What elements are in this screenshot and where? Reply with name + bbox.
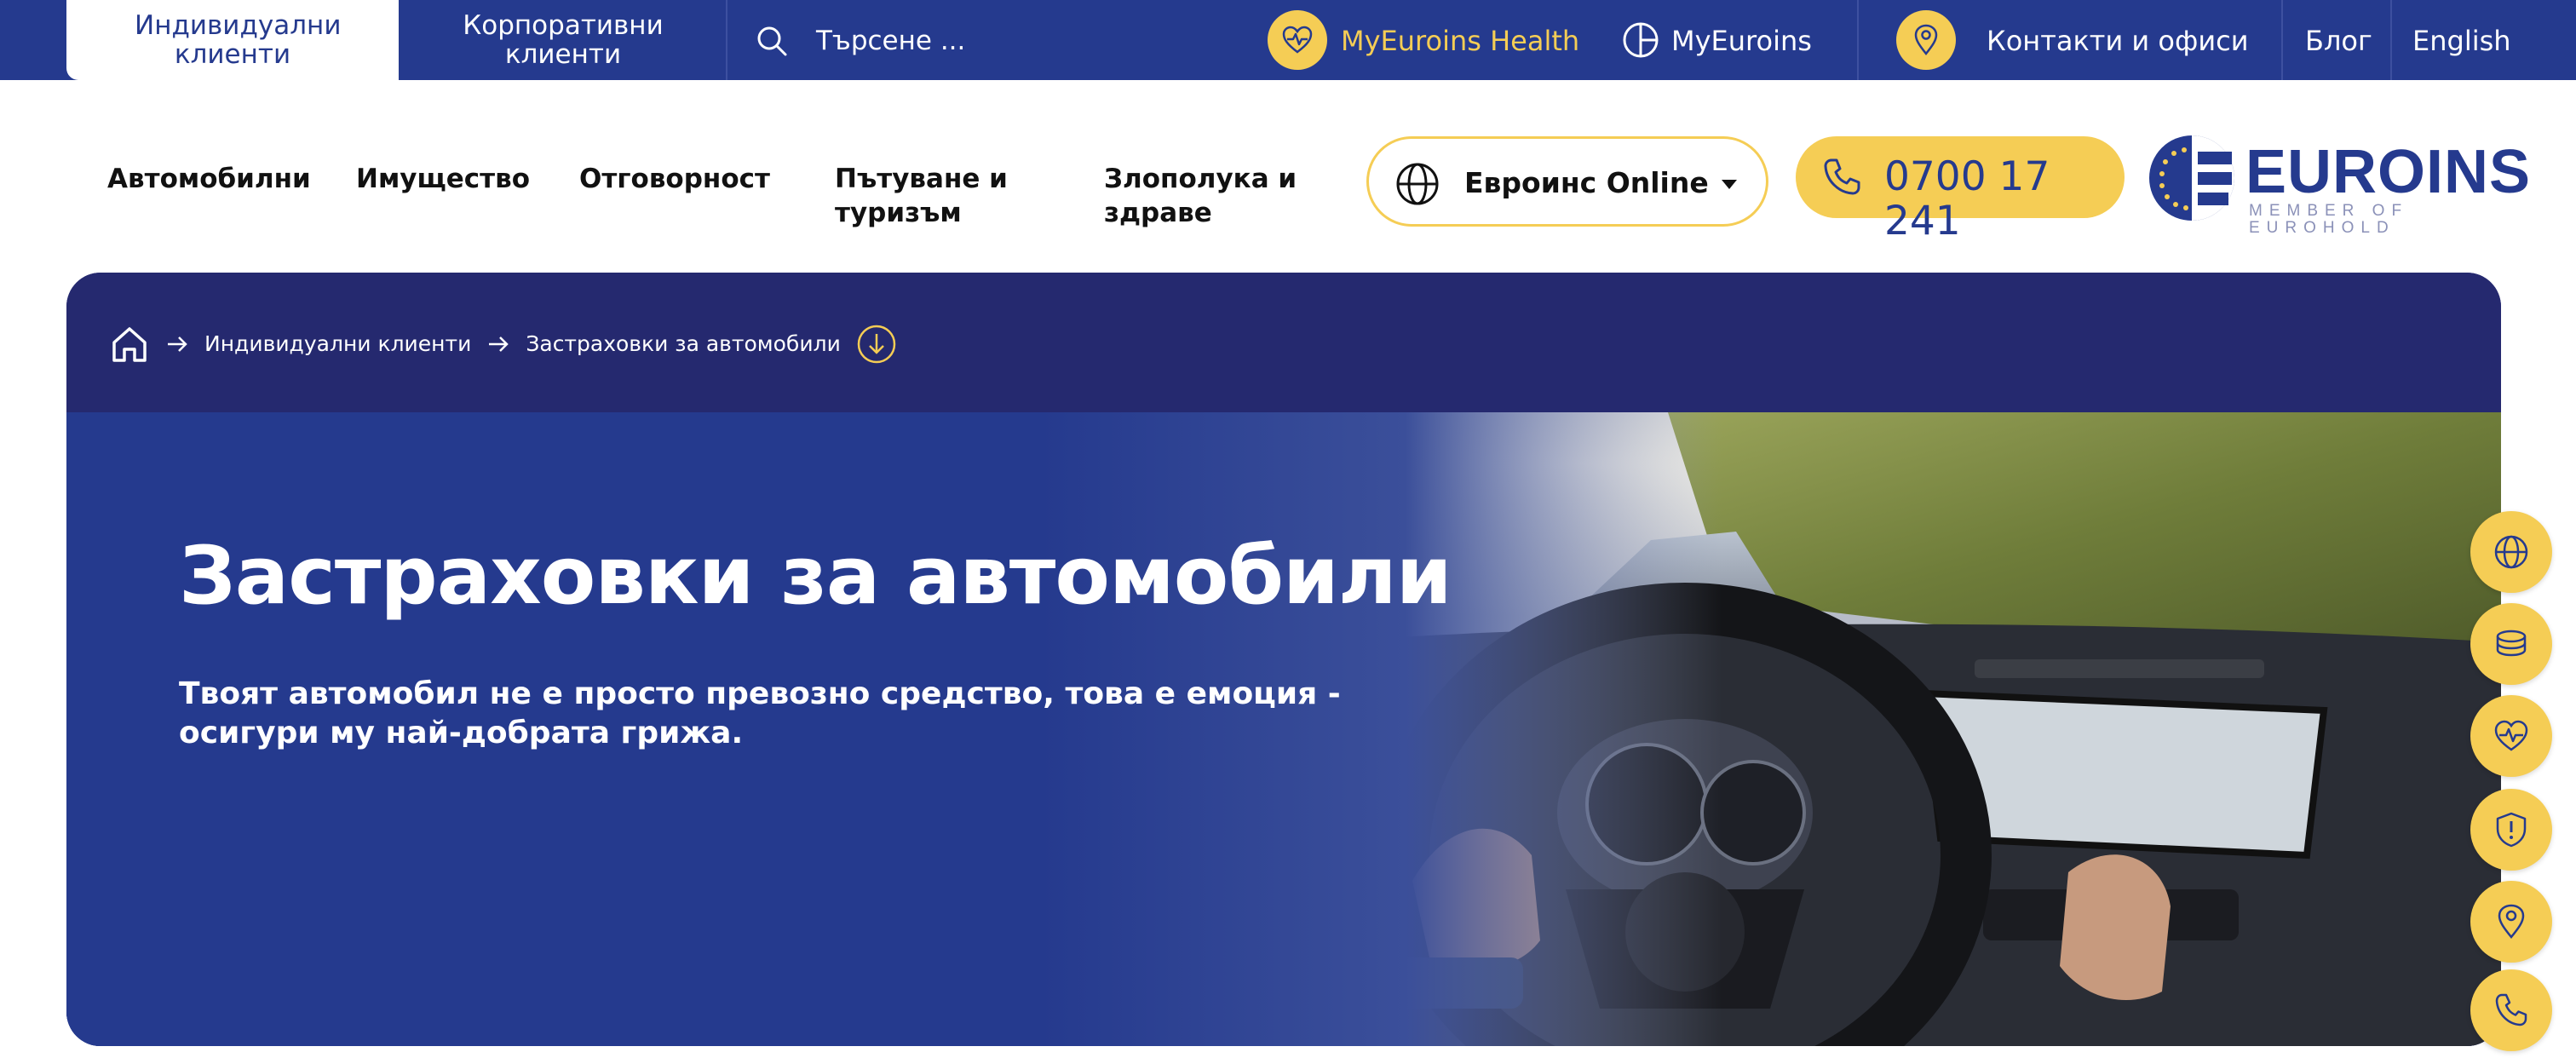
euroins-emblem-icon [2149,135,2234,221]
home-icon[interactable] [109,324,150,365]
shield-alert-icon [2496,812,2527,848]
page-title: Застраховки за автомобили [179,530,1452,623]
breadcrumb-bar: Индивидуални клиенти Застраховки за авто… [66,273,2501,412]
breadcrumb-item-individual[interactable]: Индивидуални клиенти [204,327,471,361]
divider [1857,0,1859,80]
health-heart-icon [1268,10,1327,70]
float-health-button[interactable] [2470,695,2552,777]
arrow-right-icon [489,336,509,352]
location-pin-icon [2498,904,2525,939]
nav-item-travel[interactable]: Пътуване и туризъм [835,162,1039,230]
chevron-down-icon [1722,180,1737,189]
myeuroins-link[interactable]: MyEuroins [1671,24,1812,58]
location-pin-icon [1896,10,1956,70]
tab-individual-clients-label: Индивидуални клиенти [135,10,342,70]
float-claims-button[interactable] [2470,789,2552,871]
myeuroins-health-link[interactable]: MyEuroins Health [1341,24,1579,58]
contacts-offices-link[interactable]: Контакти и офиси [1987,24,2249,58]
nav-item-auto[interactable]: Автомобилни [107,162,311,196]
arrow-right-icon [168,336,187,352]
heart-pulse-icon [2494,720,2528,751]
phone-icon [2495,993,2527,1026]
blog-link[interactable]: Блог [2305,24,2372,58]
hero-panel: Индивидуални клиенти Застраховки за авто… [66,273,2501,1046]
logo-wordmark: EUROINS [2245,138,2532,206]
search-input[interactable]: Търсене ... [816,24,965,58]
float-payments-button[interactable] [2470,603,2552,685]
tab-individual-clients[interactable]: Индивидуални клиенти [66,0,399,80]
euroins-online-dropdown[interactable]: Евроинс Online [1366,136,1768,227]
tab-corporate-clients[interactable]: Корпоративни клиенти [399,0,727,80]
divider [2281,0,2283,80]
euroins-online-label: Евроинс Online [1464,166,1709,199]
top-bar: Индивидуални клиенти Корпоративни клиент… [0,0,2576,80]
page-subtitle: Твоят автомобил не е просто превозно сре… [179,676,1341,750]
divider [726,0,727,80]
logo-tagline: MEMBER OF EUROHOLD [2249,202,2409,237]
tab-corporate-clients-label: Корпоративни клиенти [463,10,664,70]
globe-icon [1396,163,1439,205]
float-phone-button[interactable] [2470,969,2552,1051]
arrow-down-circle-icon[interactable] [856,324,897,365]
nav-item-property[interactable]: Имущество [356,162,530,196]
language-english-link[interactable]: English [2412,24,2511,58]
coins-icon [2496,630,2527,657]
globe-icon [2494,535,2528,569]
breadcrumb-item-current: Застраховки за автомобили [526,331,841,356]
search-icon[interactable] [755,24,789,58]
breadcrumb: Индивидуални клиенти Застраховки за авто… [109,324,897,365]
float-online-button[interactable] [2470,511,2552,593]
float-offices-button[interactable] [2470,881,2552,963]
nav-item-accident-health[interactable]: Злополука и здраве [1104,162,1300,230]
myeuroins-logo-icon [1623,22,1659,58]
euroins-logo[interactable]: EUROINS MEMBER OF EUROHOLD [2148,135,2530,237]
nav-item-liability[interactable]: Отговорност [579,162,770,196]
phone-icon [1824,158,1860,195]
phone-button[interactable]: 0700 17 241 [1796,136,2125,244]
phone-number: 0700 17 241 [1884,153,2050,244]
divider [2390,0,2392,80]
